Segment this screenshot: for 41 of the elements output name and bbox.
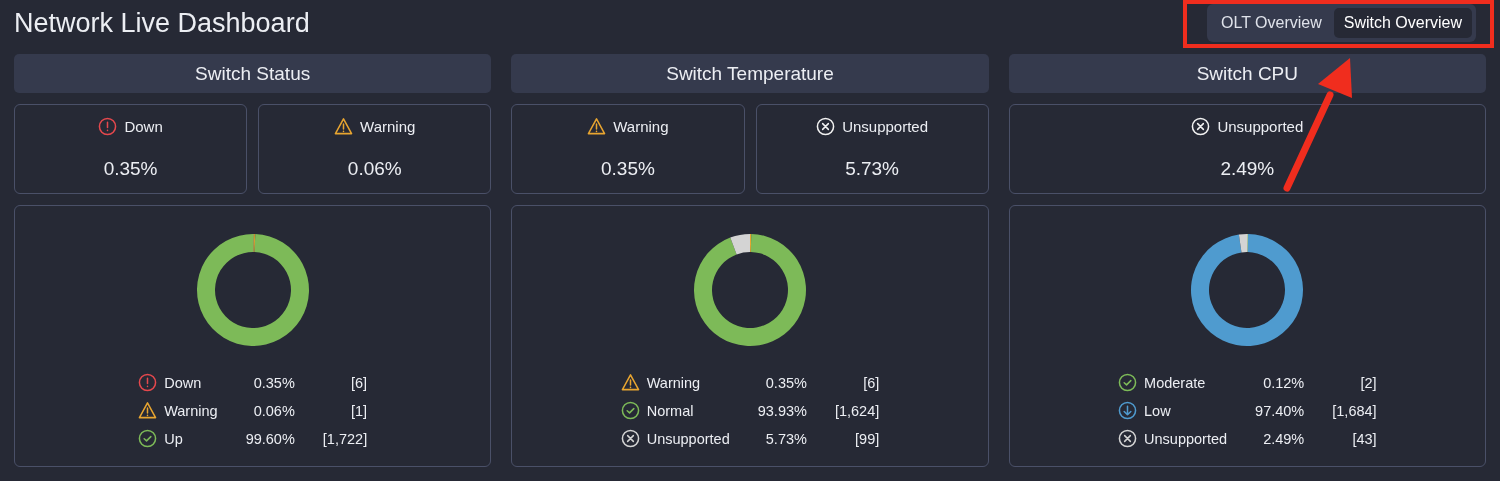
legend-count: [6] xyxy=(350,374,368,391)
stat-label: Warning xyxy=(613,118,669,135)
legend-count: [1] xyxy=(350,402,368,419)
legend-label: Low xyxy=(1144,402,1171,419)
legend-label: Up xyxy=(164,430,183,447)
section-header: Switch Status xyxy=(14,54,492,93)
legend-label: Warning xyxy=(164,402,218,419)
stat-label: Down xyxy=(124,118,163,135)
legend-percent: 0.35% xyxy=(252,374,295,391)
section-header: Switch Temperature xyxy=(511,54,989,93)
legend-percent: 99.60% xyxy=(245,430,295,447)
legend-count: [1,722] xyxy=(322,430,368,447)
stat-value: 0.35% xyxy=(600,158,655,180)
legend-percent: 0.35% xyxy=(764,374,807,391)
legend-count: [99] xyxy=(854,430,880,447)
legend-label: Down xyxy=(164,374,202,391)
legend-percent: 0.12% xyxy=(1262,374,1305,391)
legend-percent: 93.93% xyxy=(757,402,807,419)
legend-count: [2] xyxy=(1359,374,1377,391)
section-header: Switch CPU xyxy=(1008,54,1486,93)
stat-value: 0.06% xyxy=(347,158,402,180)
stat-label: Warning xyxy=(360,118,416,135)
legend-label: Unsupported xyxy=(1144,430,1228,447)
legend-count: [6] xyxy=(862,374,880,391)
stat-label: Unsupported xyxy=(842,118,929,135)
stat-value: 2.49% xyxy=(1220,158,1275,180)
legend-percent: 5.73% xyxy=(764,430,807,447)
legend-label: Normal xyxy=(646,402,694,419)
legend-percent: 2.49% xyxy=(1262,430,1305,447)
page-title: Network Live Dashboard xyxy=(14,7,310,39)
stat-value: 5.73% xyxy=(845,158,899,180)
legend-percent: 0.06% xyxy=(252,402,295,419)
stat-value: 0.35% xyxy=(103,158,158,180)
legend-percent: 97.40% xyxy=(1255,402,1305,419)
legend-count: [43] xyxy=(1351,430,1377,447)
legend-label: Moderate xyxy=(1144,374,1206,391)
legend-count: [1,624] xyxy=(834,402,880,419)
legend-label: Unsupported xyxy=(646,430,730,447)
legend-label: Warning xyxy=(646,374,701,391)
legend-count: [1,684] xyxy=(1332,402,1377,419)
stat-label: Unsupported xyxy=(1217,118,1304,135)
